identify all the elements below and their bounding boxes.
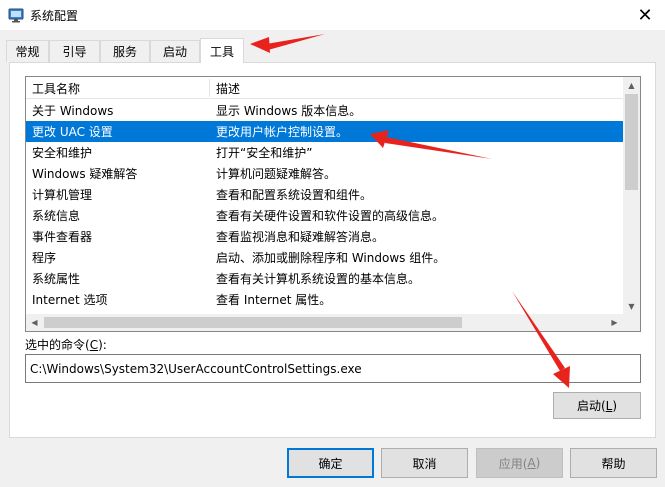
list-item[interactable]: Windows 疑难解答 计算机问题疑难解答。 (26, 163, 623, 184)
help-button[interactable]: 帮助 (570, 448, 657, 478)
close-button[interactable]: ✕ (625, 0, 665, 30)
list-item-selected[interactable]: 更改 UAC 设置 更改用户帐户控制设置。 (26, 121, 623, 142)
tab-services[interactable]: 服务 (100, 40, 150, 62)
tool-name: 系统信息 (32, 209, 81, 223)
list-item[interactable]: 关于 Windows 显示 Windows 版本信息。 (26, 100, 623, 121)
list-item[interactable]: 程序 启动、添加或删除程序和 Windows 组件。 (26, 247, 623, 268)
cancel-button[interactable]: 取消 (381, 448, 468, 478)
tool-description: 查看监视消息和疑难解答消息。 (216, 230, 385, 244)
tab-startup[interactable]: 启动 (150, 40, 200, 62)
list-item[interactable]: 系统属性 查看有关计算机系统设置的基本信息。 (26, 268, 623, 289)
tab-tools[interactable]: 工具 (200, 38, 244, 63)
tool-description: 查看 Internet 属性。 (216, 293, 332, 307)
tool-name: 程序 (32, 251, 57, 265)
tool-description: 计算机问题疑难解答。 (216, 167, 337, 181)
scroll-right-icon[interactable]: ▶ (606, 314, 623, 331)
list-item[interactable]: 计算机管理 查看和配置系统设置和组件。 (26, 184, 623, 205)
tool-name: 安全和维护 (32, 146, 93, 160)
system-config-icon (8, 8, 24, 23)
selected-command-field[interactable]: C:\Windows\System32\UserAccountControlSe… (25, 354, 641, 383)
list-item[interactable]: Internet 选项 查看 Internet 属性。 (26, 289, 623, 310)
tool-name: Windows 疑难解答 (32, 167, 138, 181)
list-rows: 关于 Windows 显示 Windows 版本信息。 更改 UAC 设置 更改… (26, 100, 623, 310)
tool-name: 系统属性 (32, 272, 81, 286)
tool-description: 更改用户帐户控制设置。 (216, 125, 349, 139)
vertical-scroll-thumb[interactable] (625, 94, 638, 190)
title-bar: 系统配置 ✕ (0, 0, 665, 30)
tool-name: Internet 选项 (32, 293, 108, 307)
list-header: 工具名称 描述 (26, 77, 623, 99)
scroll-left-icon[interactable]: ◀ (26, 314, 43, 331)
list-item[interactable]: 安全和维护 打开“安全和维护” (26, 142, 623, 163)
tab-boot[interactable]: 引导 (49, 40, 100, 62)
tools-list[interactable]: 工具名称 描述 关于 Windows 显示 Windows 版本信息。 更改 U… (25, 76, 641, 332)
column-header-tool-name[interactable]: 工具名称 (26, 77, 209, 99)
close-icon: ✕ (637, 4, 653, 26)
tab-strip: 常规 引导 服务 启动 工具 (0, 38, 665, 63)
tool-description: 查看有关硬件设置和软件设置的高级信息。 (216, 209, 445, 223)
tab-general[interactable]: 常规 (6, 40, 49, 62)
tool-description: 打开“安全和维护” (216, 146, 313, 160)
tool-description: 查看有关计算机系统设置的基本信息。 (216, 272, 421, 286)
scroll-down-icon[interactable]: ▼ (623, 298, 640, 315)
window-title: 系统配置 (30, 9, 79, 23)
tool-name: 关于 Windows (32, 104, 114, 118)
scroll-up-icon[interactable]: ▲ (623, 77, 640, 94)
list-item[interactable]: 事件查看器 查看监视消息和疑难解答消息。 (26, 226, 623, 247)
horizontal-scroll-thumb[interactable] (44, 317, 462, 328)
horizontal-scrollbar[interactable]: ◀ ▶ (26, 314, 623, 331)
launch-button[interactable]: 启动(L) (553, 392, 641, 419)
tool-name: 事件查看器 (32, 230, 93, 244)
apply-button: 应用(A) (476, 448, 563, 478)
selected-command-value: C:\Windows\System32\UserAccountControlSe… (30, 361, 362, 376)
tool-name: 更改 UAC 设置 (32, 125, 113, 139)
ok-button[interactable]: 确定 (287, 448, 374, 478)
column-header-description[interactable]: 描述 (210, 77, 623, 99)
tool-description: 查看和配置系统设置和组件。 (216, 188, 373, 202)
tools-panel: 工具名称 描述 关于 Windows 显示 Windows 版本信息。 更改 U… (9, 62, 656, 438)
tool-description: 启动、添加或删除程序和 Windows 组件。 (216, 251, 446, 265)
tool-name: 计算机管理 (32, 188, 93, 202)
scrollbar-corner (623, 314, 640, 331)
selected-command-label: 选中的命令(C): (25, 338, 107, 352)
tool-description: 显示 Windows 版本信息。 (216, 104, 362, 118)
vertical-scrollbar[interactable]: ▲ ▼ (623, 77, 640, 315)
list-item[interactable]: 系统信息 查看有关硬件设置和软件设置的高级信息。 (26, 205, 623, 226)
